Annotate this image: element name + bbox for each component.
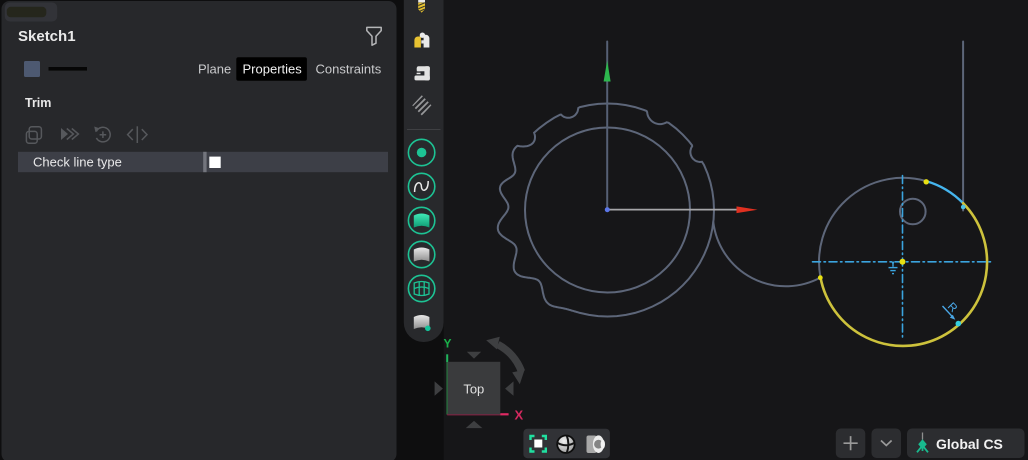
svg-text:Y: Y: [444, 337, 452, 351]
svg-text:Constraints: Constraints: [316, 62, 382, 77]
svg-text:Top: Top: [463, 382, 484, 397]
svg-text:Properties: Properties: [243, 62, 303, 77]
svg-text:Plane: Plane: [198, 62, 231, 77]
svg-text:X: X: [515, 408, 524, 423]
svg-text:Global CS: Global CS: [936, 436, 1003, 452]
svg-text:Trim: Trim: [25, 96, 51, 110]
svg-text:Check line type: Check line type: [33, 155, 122, 170]
svg-text:Sketch1: Sketch1: [18, 28, 76, 45]
